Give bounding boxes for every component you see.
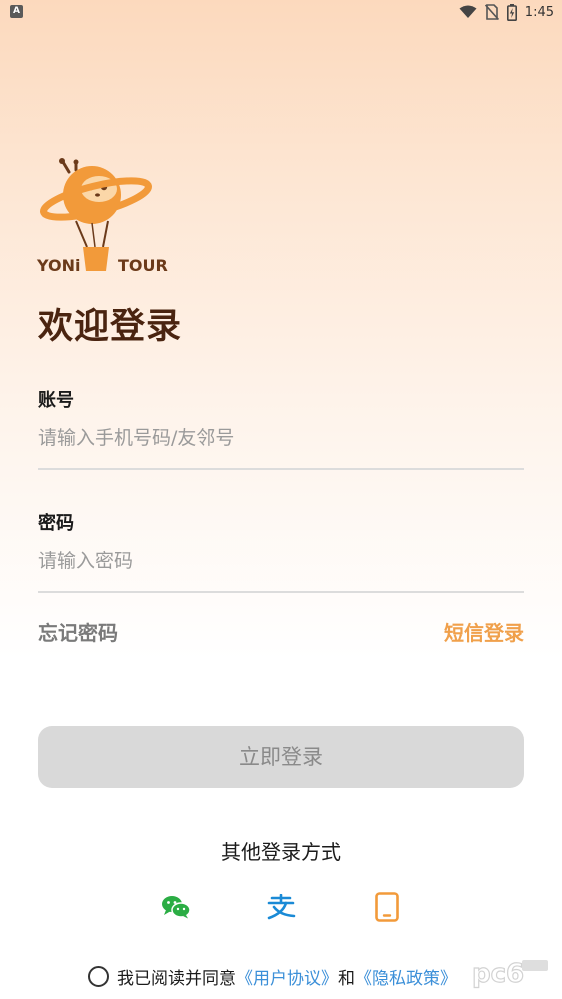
account-label: 账号 [38, 390, 74, 411]
battery-charging-icon [506, 3, 517, 21]
watermark-logo: pc6 [470, 956, 550, 990]
password-divider [38, 591, 524, 593]
account-input[interactable] [38, 418, 524, 458]
brand-right: TOUR [118, 256, 168, 275]
agreement-row: 我已阅读并同意 《用户协议》 和 《隐私政策》 [88, 963, 457, 989]
alipay-login-button[interactable] [266, 892, 296, 922]
wechat-login-button[interactable] [161, 892, 191, 922]
svg-text:pc6: pc6 [472, 959, 524, 989]
alipay-icon [267, 894, 296, 920]
user-agreement-link[interactable]: 《用户协议》 [236, 964, 338, 989]
password-label: 密码 [38, 513, 74, 534]
brand-left: YONi [36, 256, 81, 275]
status-bar: A 1:45 [0, 0, 562, 24]
agreement-prefix: 我已阅读并同意 [117, 968, 236, 989]
other-login-title: 其他登录方式 [221, 840, 341, 864]
wechat-icon [162, 896, 191, 919]
password-input[interactable] [38, 541, 524, 581]
page-title: 欢迎登录 [38, 307, 183, 347]
phone-icon [375, 892, 399, 922]
login-button[interactable]: 立即登录 [38, 726, 524, 788]
agreement-conjunction: 和 [338, 968, 355, 989]
sms-login-link[interactable]: 短信登录 [444, 617, 524, 646]
phone-login-button[interactable] [372, 892, 402, 922]
app-logo: YONi TOUR [36, 157, 168, 279]
clock: 1:45 [524, 4, 554, 20]
agree-radio[interactable] [88, 965, 109, 987]
privacy-policy-link[interactable]: 《隐私政策》 [355, 964, 457, 989]
forgot-password-link[interactable]: 忘记密码 [38, 617, 118, 646]
account-divider [38, 468, 524, 470]
no-sim-icon [484, 4, 499, 20]
notification-icon: A [10, 5, 23, 18]
wifi-icon [459, 5, 477, 18]
status-icons: 1:45 [459, 3, 554, 21]
